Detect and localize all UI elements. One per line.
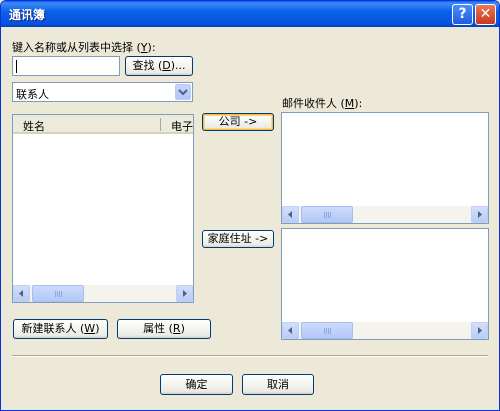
address-source-value: 联系人	[16, 88, 49, 101]
help-icon: ?	[458, 6, 467, 22]
footer-divider	[12, 355, 488, 357]
dropdown-button[interactable]	[175, 84, 191, 100]
text-caret	[16, 60, 17, 73]
new-contact-tail: )	[95, 322, 100, 335]
address-source-select[interactable]: 联系人	[12, 82, 193, 102]
search-input[interactable]	[12, 56, 120, 76]
title-bar[interactable]: 通讯簿 ? ✕	[1, 1, 499, 27]
arrow-right-icon	[478, 211, 482, 218]
company-hscrollbar[interactable]	[282, 206, 488, 223]
recipients-label-key: M	[344, 97, 355, 110]
grip-icon	[324, 328, 331, 334]
grip-icon	[55, 291, 62, 297]
scroll-right-button[interactable]	[471, 206, 488, 223]
properties-tail: )	[180, 322, 185, 335]
add-home-button[interactable]: 家庭住址 ->	[202, 230, 274, 248]
help-button[interactable]: ?	[452, 4, 473, 25]
properties-label: 属性 (	[143, 322, 173, 335]
arrow-left-icon	[288, 327, 292, 334]
column-header-email[interactable]: 电子	[171, 118, 193, 134]
home-hscrollbar[interactable]	[282, 322, 488, 339]
scroll-left-button[interactable]	[282, 322, 299, 339]
column-divider[interactable]	[160, 118, 161, 131]
new-contact-key: W	[84, 322, 96, 335]
properties-button[interactable]: 属性 (R)	[117, 319, 211, 339]
scroll-right-button[interactable]	[176, 285, 193, 302]
home-recipients-list[interactable]	[281, 228, 489, 340]
find-button-tail: )...	[170, 59, 186, 72]
address-book-dialog: 通讯簿 ? ✕ 键入名称或从列表中选择 (Y): 查找 (D)... 联系人 姓…	[0, 0, 500, 411]
contacts-hscrollbar[interactable]	[13, 285, 193, 302]
ok-button[interactable]: 确定	[160, 374, 233, 395]
scroll-left-button[interactable]	[13, 285, 30, 302]
recipients-label-tail: ):	[354, 97, 363, 110]
new-contact-label: 新建联系人 (	[21, 322, 85, 335]
arrow-right-icon	[478, 327, 482, 334]
search-label: 键入名称或从列表中选择 (Y):	[12, 39, 156, 55]
arrow-right-icon	[183, 290, 187, 297]
new-contact-button[interactable]: 新建联系人 (W)	[13, 319, 108, 339]
scroll-thumb[interactable]	[32, 285, 84, 302]
company-recipients-list[interactable]	[281, 112, 489, 224]
contacts-list-header: 姓名 电子	[13, 115, 193, 134]
scroll-thumb[interactable]	[301, 322, 353, 339]
grip-icon	[324, 212, 331, 218]
chevron-down-icon	[178, 89, 188, 96]
find-button-key: D	[162, 59, 171, 72]
recipients-label: 邮件收件人 (M):	[282, 95, 362, 111]
scroll-right-button[interactable]	[471, 322, 488, 339]
search-label-text: 键入名称或从列表中选择 (	[12, 41, 141, 54]
close-button[interactable]: ✕	[475, 4, 496, 25]
search-label-key: Y	[140, 41, 148, 54]
find-button-label: 查找 (	[132, 59, 163, 72]
find-button[interactable]: 查找 (D)...	[125, 56, 193, 76]
column-header-name[interactable]: 姓名	[23, 118, 45, 134]
add-company-button[interactable]: 公司 ->	[202, 113, 274, 131]
cancel-button[interactable]: 取消	[242, 374, 314, 395]
scroll-thumb[interactable]	[301, 206, 353, 223]
search-label-tail: ):	[147, 41, 156, 54]
recipients-label-text: 邮件收件人 (	[282, 97, 345, 110]
close-icon: ✕	[479, 6, 492, 22]
arrow-left-icon	[19, 290, 23, 297]
properties-key: R	[172, 322, 181, 335]
contacts-list[interactable]: 姓名 电子	[12, 114, 194, 303]
arrow-left-icon	[288, 211, 292, 218]
window-title: 通讯簿	[9, 8, 46, 22]
scroll-left-button[interactable]	[282, 206, 299, 223]
